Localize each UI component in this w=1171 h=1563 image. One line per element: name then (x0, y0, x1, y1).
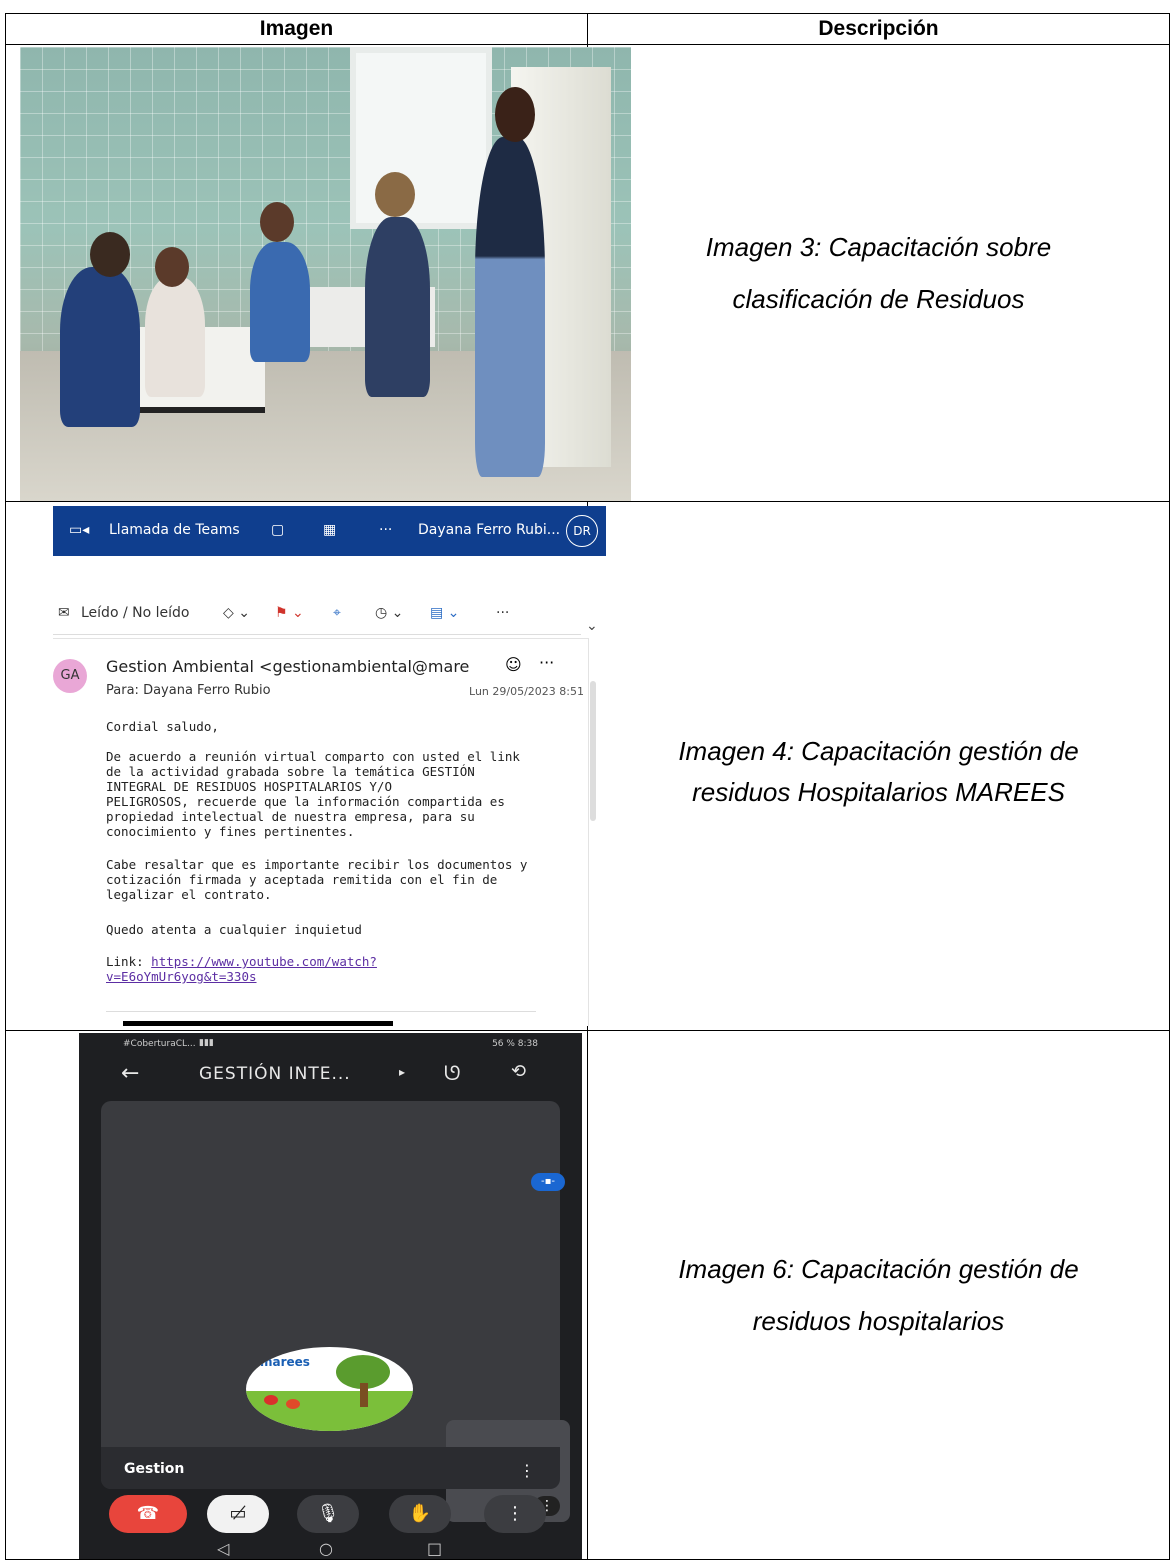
envelope-icon: ✉ (58, 605, 70, 621)
body-line: De acuerdo a reunión virtual comparto co… (106, 749, 520, 764)
description-cell-3: Imagen 6: Capacitación gestión de residu… (587, 1030, 1170, 1560)
body-line: cotización firmada y aceptada remitida c… (106, 872, 498, 887)
link-label: Link: (106, 954, 144, 969)
email-screenshot: ▭◂ Llamada de Teams ▢ ▦ ··· Dayana Ferro… (53, 506, 606, 1026)
emoji-icon[interactable]: ☺ (505, 655, 522, 674)
body-line: legalizar el contrato. (106, 887, 272, 902)
marees-logo: marees (246, 1347, 413, 1431)
chat-icon[interactable]: ▢ (271, 522, 284, 538)
body-line: Cabe resaltar que es importante recibir … (106, 857, 528, 872)
meeting-title[interactable]: GESTIÓN INTE... (199, 1064, 351, 1084)
rules-icon[interactable]: ▤ ⌄ (430, 605, 459, 621)
recipient-line: Para: Dayana Ferro Rubio (106, 683, 271, 698)
body-line: Quedo atenta a cualquier inquietud (106, 922, 362, 937)
chevron-down-icon[interactable]: ⌄ (586, 618, 598, 634)
body-line: PELIGROSOS, recuerde que la información … (106, 794, 505, 809)
raise-hand-button[interactable]: ✋ (389, 1495, 451, 1533)
description-1-line2: clasificación de Residuos (732, 284, 1025, 314)
message-more-button[interactable]: ··· (539, 653, 554, 672)
teams-call-button[interactable]: Llamada de Teams (109, 522, 240, 538)
youtube-link[interactable]: https://www.youtube.com/watch? (151, 954, 377, 969)
meeting-stage: -▪- marees D ⋮ (101, 1101, 570, 1522)
description-cell-2: Imagen 4: Capacitación gestión de residu… (587, 501, 1170, 1031)
link-row-2: v=E6oYmUr6yog&t=330s (106, 969, 257, 984)
audio-indicator-icon: -▪- (531, 1173, 565, 1191)
message-pane: GA Gestion Ambiental <gestionambiental@m… (53, 638, 589, 1026)
status-bar: #CoberturaCL... ▮▮▮ 56 % 8:38 (79, 1033, 582, 1055)
headphones-icon[interactable]: ᘎ (444, 1061, 461, 1085)
more-options-icon[interactable]: ⋮ (484, 1495, 546, 1533)
nav-back-icon[interactable]: ◁ (217, 1539, 229, 1558)
tag-icon[interactable]: ◇ ⌄ (223, 605, 250, 621)
scrollbar[interactable] (590, 681, 596, 821)
carrier-text: #CoberturaCL... (123, 1039, 196, 1049)
microphone-button[interactable]: 🎙 (297, 1495, 359, 1533)
training-photo (20, 47, 631, 501)
signal-icon: ▮▮▮ (199, 1038, 214, 1048)
android-navbar: ◁ ○ □ (79, 1539, 582, 1559)
youtube-link-cont[interactable]: v=E6oYmUr6yog&t=330s (106, 969, 257, 984)
mail-toolbar: ✉ Leído / No leído ◇ ⌄ ⚑ ⌄ ⌖ ◷ ⌄ ▤ ⌄ ··· (53, 594, 581, 635)
description-3-line1: Imagen 6: Capacitación gestión de (678, 1254, 1079, 1284)
message-date: Lun 29/05/2023 8:51 (469, 685, 584, 698)
read-unread-button[interactable]: Leído / No leído (81, 605, 189, 621)
back-arrow-icon[interactable]: ← (121, 1061, 139, 1086)
switch-camera-icon[interactable]: ⟲ (511, 1061, 526, 1082)
header-imagen: Imagen (5, 13, 588, 45)
body-line: conocimiento y fines pertinentes. (106, 824, 355, 839)
presenter-menu-icon[interactable]: ⋮ (519, 1461, 535, 1480)
link-row: Link: https://www.youtube.com/watch? (106, 954, 377, 969)
phone-screenshot: #CoberturaCL... ▮▮▮ 56 % 8:38 ← GESTIÓN … (79, 1033, 582, 1559)
logo-text: marees (260, 1355, 310, 1369)
description-2-line1: Imagen 4: Capacitación gestión de (678, 736, 1079, 766)
outlook-topbar: ▭◂ Llamada de Teams ▢ ▦ ··· Dayana Ferro… (53, 506, 606, 556)
header-descripcion: Descripción (587, 13, 1170, 45)
nav-home-icon[interactable]: ○ (319, 1539, 333, 1558)
body-line: propiedad intelectual de nuestra empresa… (106, 809, 475, 824)
flag-icon[interactable]: ⚑ ⌄ (275, 605, 304, 621)
description-cell-1: Imagen 3: Capacitación sobre clasificaci… (587, 44, 1170, 502)
attachment-preview (123, 1021, 393, 1026)
battery-time: 56 % 8:38 (492, 1039, 538, 1049)
description-1-line1: Imagen 3: Capacitación sobre (705, 232, 1052, 262)
image-cell-2: ▭◂ Llamada de Teams ▢ ▦ ··· Dayana Ferro… (5, 501, 606, 1031)
video-call-icon[interactable]: ▭◂ (69, 522, 89, 538)
description-3-line2: residuos hospitalarios (752, 1306, 1005, 1336)
nav-recents-icon[interactable]: □ (427, 1539, 442, 1558)
image-cell-3: #CoberturaCL... ▮▮▮ 56 % 8:38 ← GESTIÓN … (5, 1030, 588, 1560)
presenter-name: Gestion (124, 1461, 185, 1477)
description-2-line2: residuos Hospitalarios MAREES (692, 777, 1065, 807)
pin-icon[interactable]: ⌖ (333, 605, 341, 621)
call-controls: ☎ ▭̸ 🎙 ✋ ⋮ (79, 1495, 582, 1545)
toolbar-more-button[interactable]: ··· (496, 605, 509, 621)
to-name: Dayana Ferro Rubio (143, 683, 271, 698)
sender-avatar: GA (53, 659, 87, 693)
body-line: de la actividad grabada sobre la temátic… (106, 764, 475, 779)
sender-line: Gestion Ambiental <gestionambiental@mare (106, 657, 470, 676)
chevron-right-icon[interactable]: ▸ (399, 1065, 405, 1079)
document-table: Imagen Descripción Imagen 3: Capacitació… (5, 13, 1170, 1560)
account-avatar[interactable]: DR (566, 515, 598, 547)
clock-icon[interactable]: ◷ ⌄ (375, 605, 403, 621)
camera-off-button[interactable]: ▭̸ (207, 1495, 269, 1533)
image-cell-1 (5, 44, 631, 502)
office-icon[interactable]: ▦ (323, 522, 336, 538)
meet-appbar: ← GESTIÓN INTE... ▸ ᘎ ⟲ (79, 1055, 582, 1095)
body-line: INTEGRAL DE RESIDUOS HOSPITALARIOS Y/O (106, 779, 392, 794)
to-label: Para: (106, 683, 139, 698)
body-greeting: Cordial saludo, (106, 719, 219, 734)
end-call-button[interactable]: ☎ (109, 1495, 187, 1533)
account-name[interactable]: Dayana Ferro Rubi... (418, 522, 560, 538)
more-options-button[interactable]: ··· (379, 522, 392, 538)
